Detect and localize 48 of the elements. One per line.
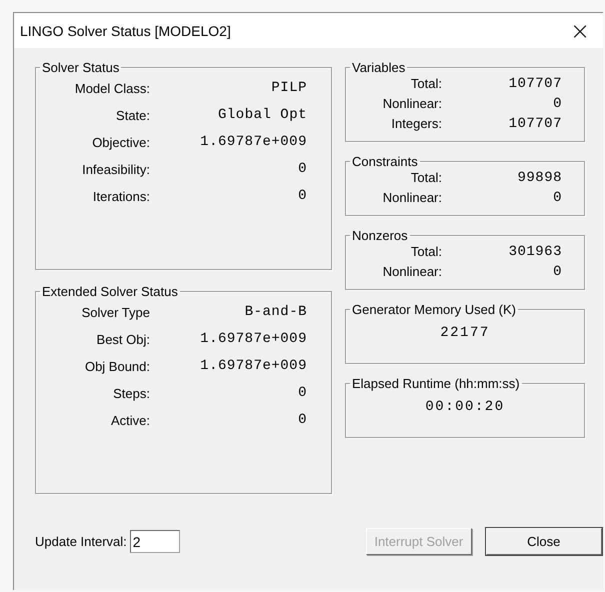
close-dialog-button[interactable]: Close bbox=[486, 528, 602, 555]
field-value: 1.69787e+009 bbox=[199, 330, 307, 348]
close-button[interactable]: × bbox=[557, 13, 603, 48]
field-label: State: bbox=[115, 108, 150, 122]
field-value: 0 bbox=[552, 263, 562, 281]
window-title: LINGO Solver Status [MODELO2] bbox=[20, 22, 231, 38]
field-value: B-and-B bbox=[244, 303, 307, 321]
field-label: Update Interval: bbox=[35, 534, 127, 549]
group-title: Elapsed Runtime (hh:mm:ss) bbox=[351, 376, 521, 391]
group-title: Nonzeros bbox=[351, 228, 409, 243]
field-value: 0 bbox=[297, 411, 307, 429]
field-label: Integers: bbox=[390, 115, 442, 133]
field-value: 301963 bbox=[508, 243, 562, 261]
group-title: Generator Memory Used (K) bbox=[351, 302, 517, 317]
field-value: 1.69787e+009 bbox=[199, 133, 307, 151]
group-title: Extended Solver Status bbox=[41, 284, 179, 299]
field-value: 107707 bbox=[508, 75, 562, 93]
group-title: Variables bbox=[351, 60, 406, 75]
field-value: Global Opt bbox=[216, 106, 307, 124]
field-value: PILP bbox=[270, 79, 307, 97]
field-label: Objective: bbox=[91, 134, 150, 150]
group-title: Constraints bbox=[351, 154, 419, 169]
field-label: Model Class: bbox=[74, 80, 150, 96]
field-value: 0 bbox=[297, 160, 307, 178]
field-label: Best Obj: bbox=[96, 332, 150, 346]
field-value: 107707 bbox=[508, 115, 562, 133]
field-label: Nonlinear: bbox=[382, 189, 442, 207]
field-value: 0 bbox=[297, 187, 307, 205]
field-label: Active: bbox=[110, 412, 150, 428]
field-label: Steps: bbox=[112, 386, 150, 400]
input-field[interactable]: 2 bbox=[130, 530, 180, 553]
field-value: 0 bbox=[297, 384, 307, 402]
field-label: Solver Type bbox=[80, 304, 150, 320]
field-value: 0 bbox=[552, 189, 562, 207]
field-value: 00:00:20 bbox=[425, 399, 505, 415]
field-label: Nonlinear: bbox=[382, 95, 442, 113]
field-label: Total: bbox=[410, 169, 442, 187]
field-label: Total: bbox=[410, 75, 442, 93]
field-value: 0 bbox=[552, 95, 562, 113]
field-label: Obj Bound: bbox=[84, 358, 150, 374]
field-value: 99898 bbox=[516, 169, 562, 187]
field-label: Nonlinear: bbox=[382, 263, 442, 281]
field-value: 1.69787e+009 bbox=[199, 357, 307, 375]
field-label: Iterations: bbox=[92, 188, 150, 204]
field-label: Infeasibility: bbox=[81, 162, 150, 176]
field-label: Total: bbox=[410, 243, 442, 261]
field-value: 22177 bbox=[440, 325, 490, 341]
group-title: Solver Status bbox=[41, 60, 120, 75]
